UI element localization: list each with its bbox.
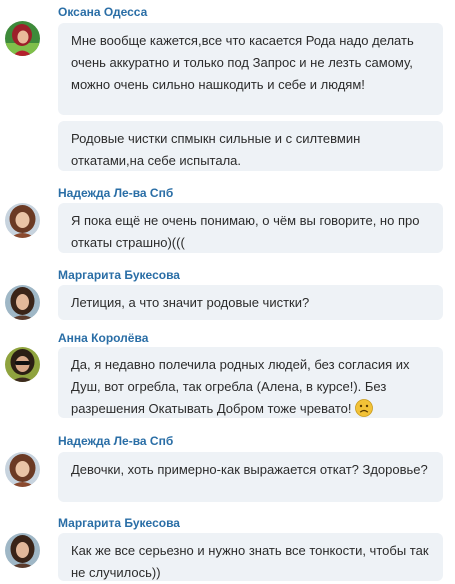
avatar[interactable] xyxy=(5,533,40,568)
avatar[interactable] xyxy=(5,285,40,320)
avatar[interactable] xyxy=(5,21,40,56)
author-name[interactable]: Анна Королёва xyxy=(58,331,148,345)
avatar[interactable] xyxy=(5,347,40,382)
author-name[interactable]: Маргарита Букесова xyxy=(58,516,180,530)
sad-face-icon xyxy=(354,399,373,417)
message-bubble: Родовые чистки спмыкн сильные и с силтев… xyxy=(58,121,443,171)
message-bubble: Как же все серьезно и нужно знать все то… xyxy=(58,533,443,581)
avatar[interactable] xyxy=(5,203,40,238)
message-bubble: Да, я недавно полечила родных людей, без… xyxy=(58,347,443,418)
author-name[interactable]: Надежда Ле-ва Спб xyxy=(58,186,173,200)
message-bubble: Девочки, хоть примерно-как выражается от… xyxy=(58,452,443,502)
message-bubble: Мне вообще кажется,все что касается Рода… xyxy=(58,23,443,115)
message-bubble: Летиция, а что значит родовые чистки? xyxy=(58,285,443,320)
author-name[interactable]: Маргарита Букесова xyxy=(58,268,180,282)
author-name[interactable]: Надежда Ле-ва Спб xyxy=(58,434,173,448)
avatar[interactable] xyxy=(5,452,40,487)
author-name[interactable]: Оксана Одесса xyxy=(58,5,147,19)
message-bubble: Я пока ещё не очень понимаю, о чём вы го… xyxy=(58,203,443,253)
